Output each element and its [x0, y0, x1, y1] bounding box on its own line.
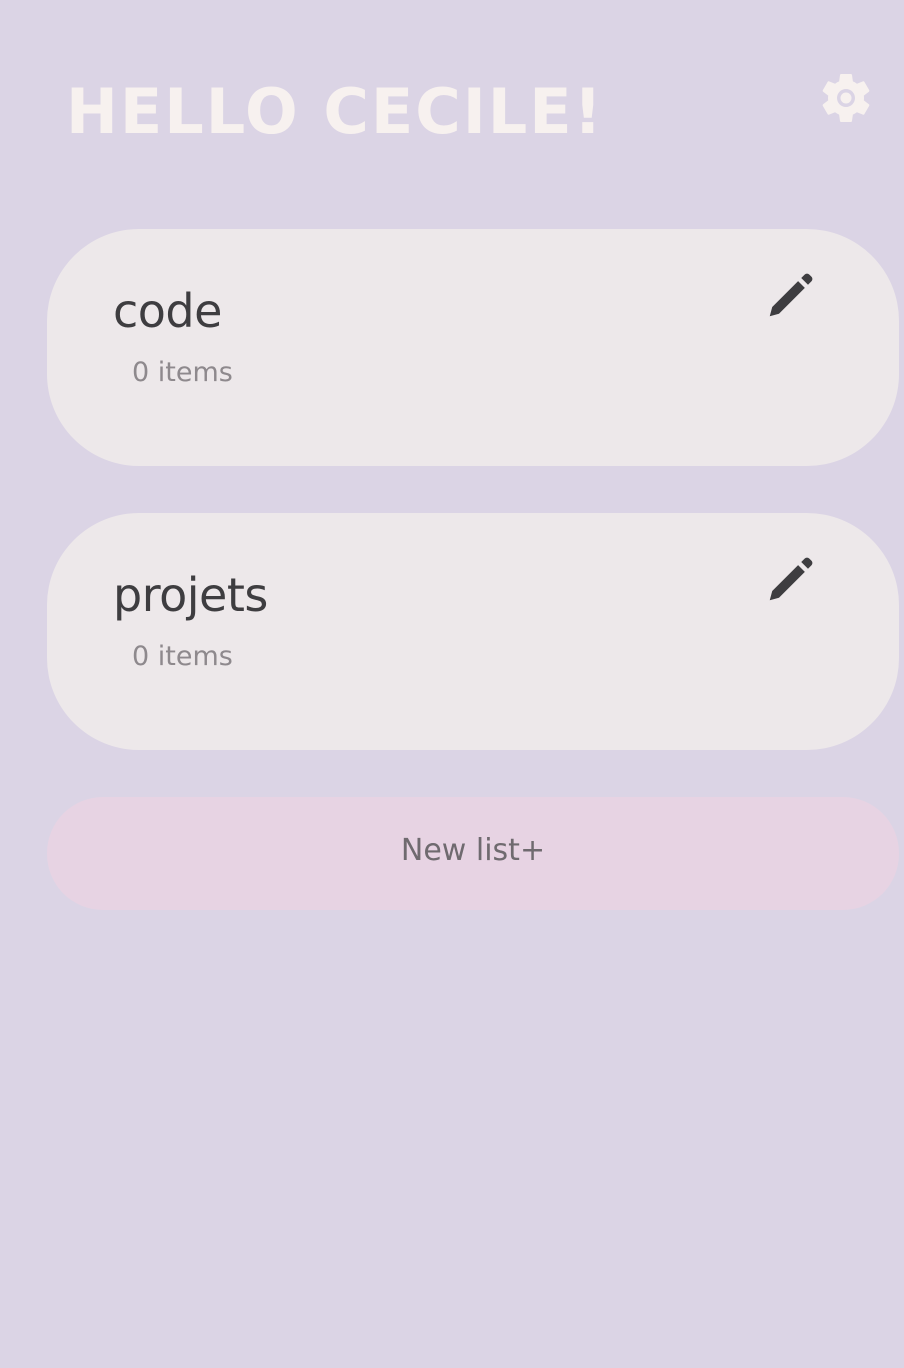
list-card-code[interactable]: code 0 items	[47, 229, 899, 466]
list-item-count: 0 items	[132, 357, 233, 388]
gear-icon	[816, 68, 876, 128]
list-title: code	[113, 284, 222, 338]
header: HELLO CECILE!	[0, 0, 904, 200]
settings-button[interactable]	[816, 68, 876, 128]
pencil-icon	[763, 553, 817, 607]
edit-list-button[interactable]	[763, 269, 817, 323]
edit-list-button[interactable]	[763, 553, 817, 607]
list-title: projets	[113, 568, 268, 622]
pencil-icon	[763, 269, 817, 323]
greeting-title: HELLO CECILE!	[66, 75, 604, 148]
new-list-label: New list+	[400, 833, 546, 868]
new-list-button[interactable]: New list+	[47, 797, 899, 910]
list-card-projets[interactable]: projets 0 items	[47, 513, 899, 750]
list-item-count: 0 items	[132, 641, 233, 672]
